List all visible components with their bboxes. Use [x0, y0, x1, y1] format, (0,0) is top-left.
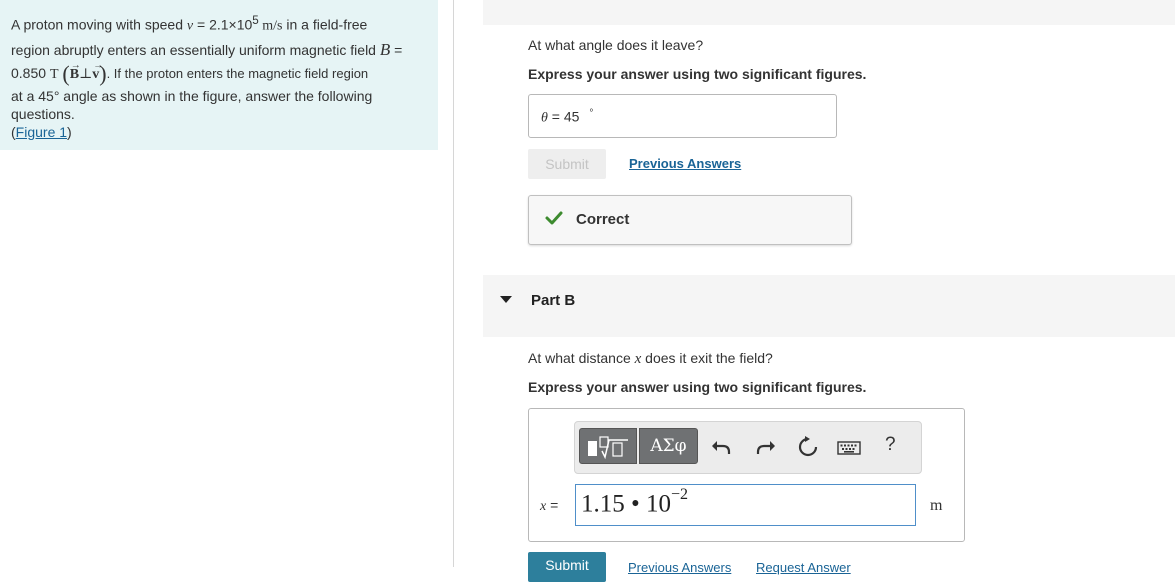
part-a-answer-value: 45 — [563, 108, 580, 125]
speed-unit: m/s — [258, 18, 283, 34]
part-b-instruction: Express your answer using two significan… — [528, 379, 867, 395]
checkmark-icon — [545, 211, 563, 225]
part-a-submit-button[interactable]: Submit — [528, 149, 606, 179]
greek-symbols-button[interactable]: ΑΣφ — [639, 428, 698, 464]
part-b-previous-answers-link[interactable]: Previous Answers — [628, 560, 731, 575]
problem-text: A proton moving with speed v = 2.1×105 m… — [11, 9, 431, 141]
part-b-question-span: At what distance — [528, 350, 635, 366]
figure-link[interactable]: Figure 1 — [16, 124, 67, 140]
part-b-submit-button[interactable]: Submit — [528, 552, 606, 582]
degree-unit: ° — [589, 108, 594, 119]
answer-mantissa: 1.15 • 10 — [581, 490, 672, 518]
templates-icon — [588, 436, 628, 460]
field-variable: B — [379, 39, 391, 59]
problem-line-1: A proton moving with speed v = 2.1×105 m… — [11, 9, 431, 38]
keyboard-icon[interactable] — [836, 434, 862, 460]
answer-exponent: −2 — [671, 486, 689, 503]
b-vector: B — [70, 54, 81, 86]
part-a-feedback-box: Correct — [528, 195, 852, 245]
perp-symbol: ⊥ — [79, 66, 93, 82]
problem-line-3: 0.850 T (B⊥v). If the proton enters the … — [11, 54, 431, 86]
problem-text-span: region abruptly enters an essentially un… — [11, 41, 380, 58]
panel-divider — [453, 0, 454, 567]
x-answer-input[interactable]: 1.15 • 10−2 — [575, 484, 916, 526]
collapse-caret-icon[interactable] — [500, 296, 512, 303]
problem-text-span: in a field-free — [282, 16, 368, 33]
part-a-instruction: Express your answer using two significan… — [528, 66, 867, 82]
x-answer-value: 1.15 • 10−2 — [581, 486, 689, 518]
part-b-title[interactable]: Part B — [531, 292, 575, 309]
part-a-answer: θ = 45 ° — [541, 108, 593, 127]
part-a-header-strip — [483, 0, 1175, 25]
problem-text-span: A proton moving with speed — [11, 16, 187, 33]
problem-statement-panel: A proton moving with speed v = 2.1×105 m… — [0, 0, 438, 150]
problem-line-5: questions. — [11, 105, 75, 122]
part-b-request-answer-link[interactable]: Request Answer — [756, 560, 851, 575]
undo-icon[interactable] — [708, 434, 734, 460]
correct-label: Correct — [576, 211, 630, 228]
speed-value: = 2.1×10 — [193, 16, 253, 33]
field-value: 0.850 — [11, 64, 50, 81]
toolbar-button-group: ΑΣφ — [579, 428, 698, 464]
field-unit: T — [49, 66, 59, 82]
theta-variable: θ — [541, 110, 548, 126]
help-button[interactable]: ? — [885, 434, 896, 456]
equals-sign: = — [547, 108, 564, 125]
part-a-answer-box: θ = 45 ° — [528, 94, 837, 138]
unit-label: m — [930, 497, 943, 514]
part-a-previous-answers-link[interactable]: Previous Answers — [629, 156, 741, 171]
problem-line-4: at a 45° angle as shown in the figure, a… — [11, 87, 373, 104]
figure-line: (Figure 1) — [11, 123, 72, 140]
part-b-question: At what distance x does it exit the fiel… — [528, 350, 773, 368]
part-b-header[interactable] — [483, 275, 1175, 337]
redo-icon[interactable] — [753, 434, 779, 460]
reset-icon[interactable] — [795, 434, 821, 460]
part-a-question: At what angle does it leave? — [528, 37, 704, 53]
templates-button[interactable] — [579, 428, 637, 464]
x-equals-label: x = — [540, 497, 558, 515]
equals-sign: = — [546, 497, 559, 513]
problem-text-span: . If the proton enters the magnetic fiel… — [106, 65, 369, 81]
math-toolbar: ΑΣφ ? — [574, 421, 922, 474]
paren-open: ( — [62, 60, 70, 86]
problem-text-span: = — [390, 41, 403, 58]
v-vector: v — [92, 54, 103, 86]
part-b-question-span: does it exit the field? — [641, 350, 773, 366]
